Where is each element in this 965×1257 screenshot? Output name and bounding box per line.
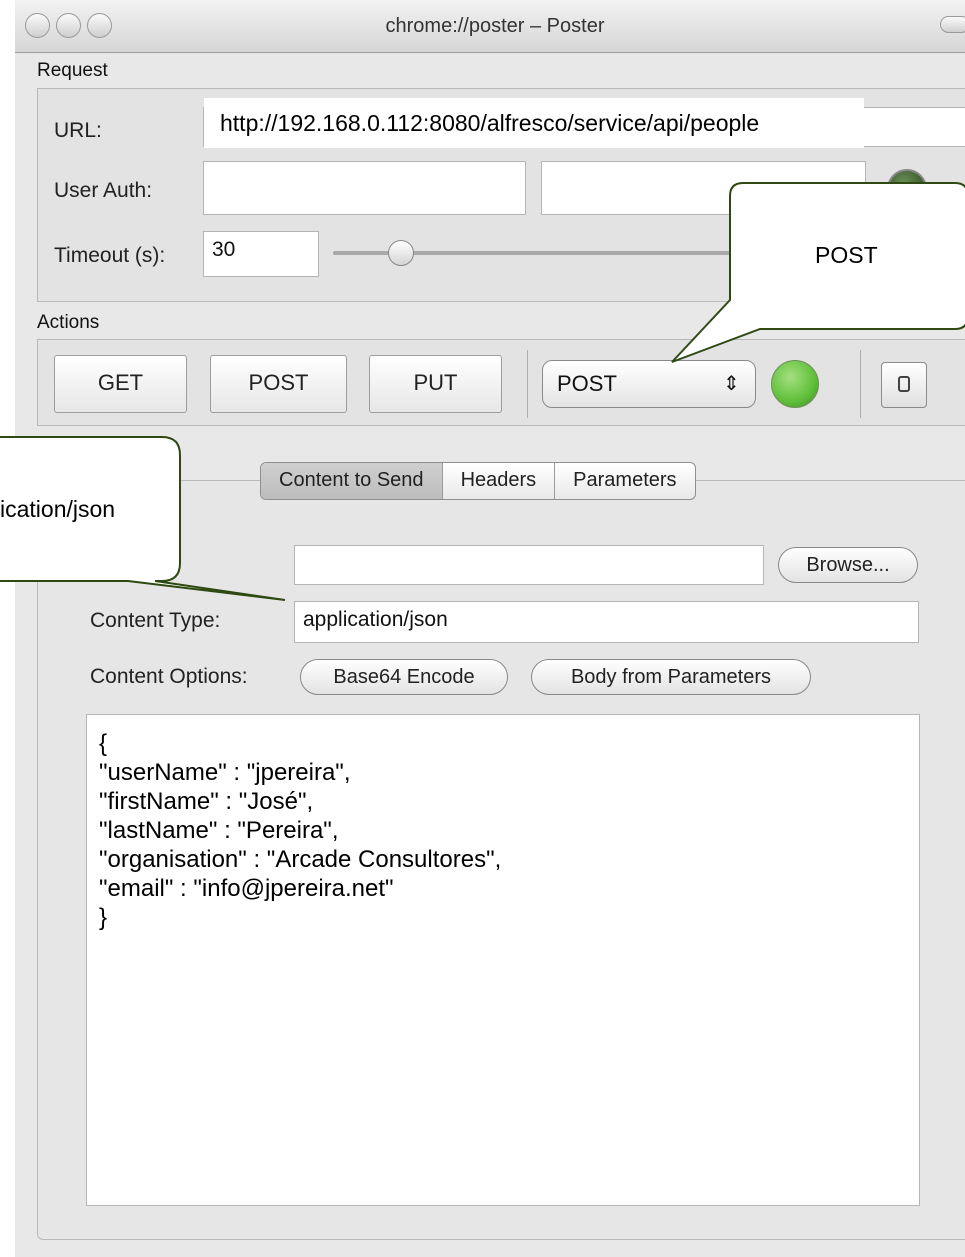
post-callout-shape bbox=[671, 182, 965, 363]
content-type-callout-text: ication/json bbox=[0, 496, 116, 522]
post-callout-text: POST bbox=[815, 242, 878, 268]
callout-bubbles bbox=[0, 182, 965, 601]
